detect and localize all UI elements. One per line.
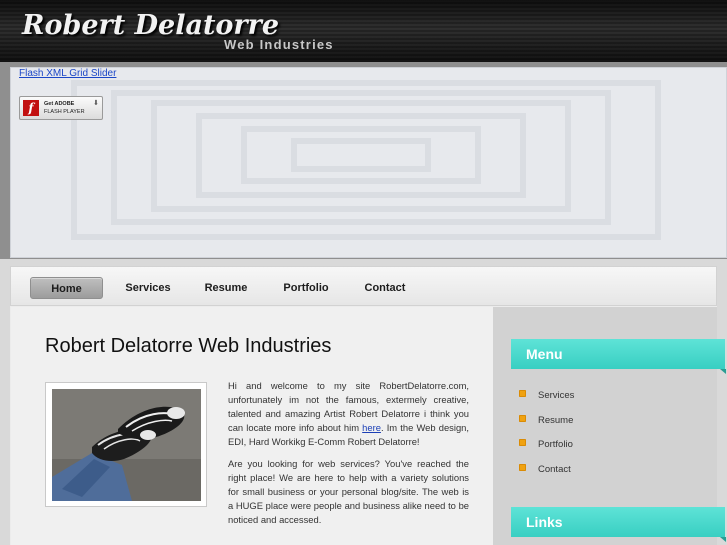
- flash-placeholder: Flash XML Grid Slider f Get ADOBE FLASH …: [10, 67, 727, 258]
- flash-logo-icon: f: [23, 100, 39, 116]
- grid-frame: [291, 138, 431, 172]
- sidebar-item-label: Services: [538, 390, 575, 401]
- sidebar-item-portfolio[interactable]: Portfolio: [519, 438, 573, 452]
- page-title: Robert Delatorre Web Industries: [45, 335, 332, 357]
- sneakers-photo: [52, 389, 201, 501]
- links-heading: Links: [511, 507, 726, 542]
- page-body: Home Services Resume Portfolio Contact R…: [10, 266, 726, 545]
- sidebar-item-label: Resume: [538, 415, 574, 426]
- intro-paragraph: Hi and welcome to my site RobertDelatorr…: [228, 379, 469, 449]
- photo-frame: [45, 382, 207, 507]
- site-tagline: Web Industries: [224, 37, 334, 52]
- services-paragraph: Are you looking for web services? You've…: [228, 458, 469, 525]
- flash-slider-link[interactable]: Flash XML Grid Slider: [19, 68, 116, 79]
- sidebar: Menu Services Resume Portfolio Contact L…: [493, 307, 726, 545]
- sidebar-item-services[interactable]: Services: [519, 389, 574, 403]
- main-nav: Home Services Resume Portfolio Contact: [10, 266, 717, 306]
- sidebar-item-resume[interactable]: Resume: [519, 414, 573, 428]
- nav-contact[interactable]: Contact: [354, 277, 416, 299]
- flash-banner: Flash XML Grid Slider f Get ADOBE FLASH …: [0, 62, 727, 259]
- nav-resume[interactable]: Resume: [194, 277, 258, 299]
- bullet-icon: [519, 464, 526, 471]
- badge-line-1: Get ADOBE: [44, 101, 75, 107]
- menu-heading: Menu: [511, 339, 726, 374]
- sidebar-item-label: Contact: [538, 464, 571, 475]
- bullet-icon: [519, 390, 526, 397]
- main-content: Robert Delatorre Web Industries Hi and w…: [11, 307, 493, 545]
- nav-services[interactable]: Services: [114, 277, 182, 299]
- site-header: Robert Delatorre Web Industries: [0, 0, 727, 62]
- bullet-icon: [519, 439, 526, 446]
- sidebar-item-contact[interactable]: Contact: [519, 463, 571, 477]
- nav-portfolio[interactable]: Portfolio: [273, 277, 339, 299]
- download-arrow-icon: ⬇: [93, 99, 99, 107]
- bullet-icon: [519, 415, 526, 422]
- get-flash-player-button[interactable]: f Get ADOBE FLASH PLAYER ⬇: [19, 96, 103, 120]
- here-link[interactable]: here: [362, 422, 381, 433]
- nav-home[interactable]: Home: [30, 277, 103, 299]
- sidebar-item-label: Portfolio: [538, 439, 573, 450]
- badge-line-2: FLASH PLAYER: [44, 109, 85, 115]
